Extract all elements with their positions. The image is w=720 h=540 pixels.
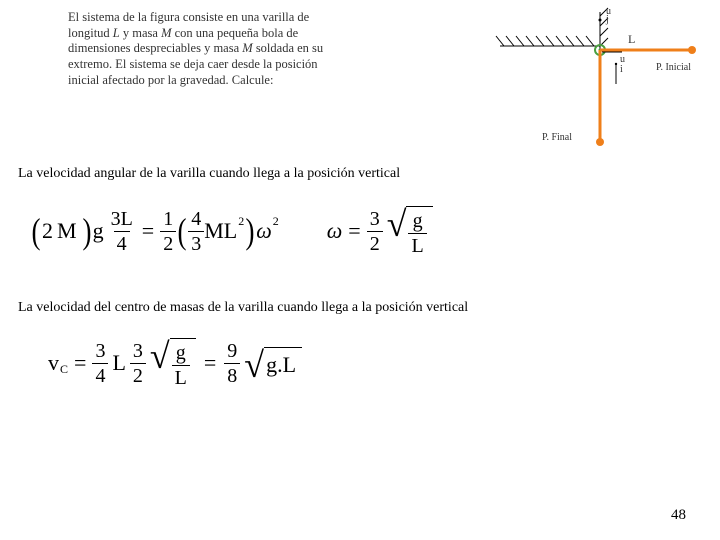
page-number: 48	[671, 507, 686, 524]
equals-sign: =	[74, 350, 86, 376]
var-L: L	[112, 350, 125, 376]
var-omega: ω	[327, 218, 343, 244]
length-L-label: L	[628, 32, 635, 47]
frac-den: 3	[188, 231, 204, 254]
equation-row-1: (2M)g 3L4 = 12 ( 43 ML2 ) ω2 ω = 32 √ gL	[30, 206, 720, 256]
problem-line: extremo. El sistema se deja caer desde l…	[68, 57, 318, 71]
axis-u-label: u	[606, 6, 611, 17]
problem-line: inicial afectado por la gravedad. Calcul…	[68, 73, 273, 87]
question-a: La velocidad angular de la varilla cuand…	[18, 166, 720, 182]
exponent: 2	[238, 214, 244, 229]
frac-num: 3	[130, 341, 146, 363]
var-omega: ω	[256, 218, 272, 244]
frac-num: 3L	[111, 208, 133, 230]
question-b: La velocidad del centro de masas de la v…	[18, 300, 720, 316]
problem-line: soldada en su	[253, 41, 323, 55]
sqrt: √ gL	[387, 206, 433, 256]
num-2: 2	[42, 218, 53, 244]
p-final-label: P. Final	[542, 132, 572, 143]
var-gL: g.L	[266, 352, 296, 378]
frac-den: 2	[367, 231, 383, 254]
omega-result: ω = 32 √ gL	[327, 206, 433, 256]
var-M: M	[242, 41, 252, 55]
frac-num: 4	[188, 209, 204, 231]
var-g: g	[176, 342, 186, 364]
subscript-C: C	[60, 362, 68, 377]
physics-diagram: j u L i u P. Inicial P. Final	[470, 6, 710, 146]
problem-statement: El sistema de la figura consiste en una …	[68, 10, 428, 88]
frac-num: 3	[92, 341, 108, 363]
var-v: v	[48, 350, 59, 376]
frac-num: 1	[160, 209, 176, 231]
equals-sign: =	[204, 350, 216, 376]
problem-line: El sistema de la figura consiste en una …	[68, 10, 309, 24]
sqrt: √ gL	[150, 338, 196, 388]
axis-i-label: i	[620, 64, 623, 75]
equals-sign: =	[348, 218, 360, 244]
var-ML: ML	[204, 218, 237, 244]
var-M: M	[161, 26, 171, 40]
problem-line: y masa	[120, 26, 161, 40]
p-inicial-label: P. Inicial	[656, 62, 691, 73]
frac-den: 4	[117, 233, 127, 255]
var-L: L	[411, 235, 423, 257]
axis-u-label: u	[620, 54, 625, 65]
problem-line: con una pequeña bola de	[171, 26, 298, 40]
exponent: 2	[273, 214, 279, 229]
frac-num: 3	[367, 209, 383, 231]
var-L: L	[175, 367, 187, 389]
frac-den: 8	[224, 363, 240, 386]
vc-equation: vC = 34 L 32 √ gL = 98 √ g.L	[48, 338, 302, 388]
frac-num: 9	[224, 341, 240, 363]
frac-den: 2	[160, 231, 176, 254]
frac-den: 4	[92, 363, 108, 386]
problem-line: longitud	[68, 26, 113, 40]
frac-den: 2	[130, 363, 146, 386]
problem-line: dimensiones despreciables y masa	[68, 41, 242, 55]
var-M: M	[57, 218, 77, 244]
var-g: g	[413, 210, 423, 232]
sqrt: √ g.L	[244, 347, 302, 379]
var-g: g	[93, 218, 104, 244]
energy-equation: (2M)g 3L4 = 12 ( 43 ML2 ) ω2	[30, 209, 279, 254]
var-L: L	[113, 26, 120, 40]
equals-sign: =	[142, 218, 154, 244]
